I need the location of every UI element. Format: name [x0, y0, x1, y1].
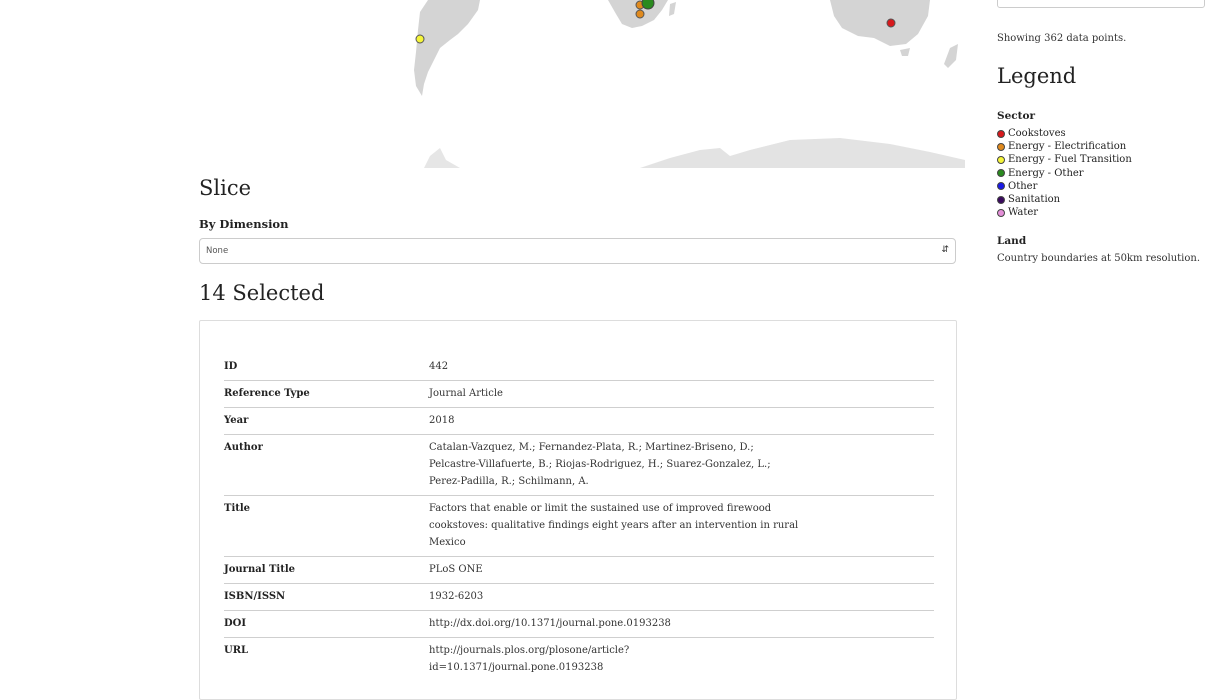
land-new-zealand — [944, 44, 958, 68]
land-madagascar — [669, 2, 676, 16]
field-value: PLoS ONE — [429, 564, 483, 575]
legend-item: Water — [997, 206, 1132, 219]
legend-item: Energy - Other — [997, 167, 1132, 180]
legend-label: Cookstoves — [1008, 128, 1066, 139]
field-value: 2018 — [429, 415, 455, 426]
sidebar-top-input[interactable] — [997, 0, 1205, 8]
land-tasmania — [900, 48, 910, 56]
field-value: 442 — [429, 361, 449, 372]
field-label: ID — [224, 361, 238, 372]
legend-label: Energy - Electrification — [1008, 141, 1127, 153]
record-row-author: Author Catalan-Vazquez, M.; Fernandez-Pl… — [224, 435, 934, 496]
author-line: Perez-Padilla, R.; Schilmann, A. — [429, 476, 589, 487]
land-south-america — [414, 0, 480, 96]
legend-sector-title: Sector — [997, 110, 1036, 122]
field-label: DOI — [224, 618, 247, 629]
legend-label: Water — [1008, 207, 1039, 219]
map-point — [635, 9, 645, 19]
field-label: ISBN/ISSN — [224, 591, 286, 602]
field-value: http://journals.plos.org/plosone/article… — [429, 638, 934, 681]
circle-icon — [997, 129, 1005, 138]
map-view[interactable] — [370, 0, 965, 168]
selected-count-title: 14 Selected — [199, 281, 325, 305]
record-row-isbn-issn: ISBN/ISSN 1932-6203 — [224, 584, 934, 611]
field-label: Year — [224, 415, 249, 426]
circle-icon — [997, 195, 1005, 204]
field-value: Catalan-Vazquez, M.; Fernandez-Plata, R.… — [429, 435, 934, 495]
field-value: http://dx.doi.org/10.1371/journal.pone.0… — [429, 618, 671, 629]
map-point — [886, 18, 896, 28]
record-row-url: URL http://journals.plos.org/plosone/art… — [224, 638, 934, 681]
map-point — [641, 0, 655, 10]
legend-item: Other — [997, 180, 1132, 193]
record-row-id: ID 442 — [224, 354, 934, 381]
url-line: id=10.1371/journal.pone.0193238 — [429, 662, 604, 673]
record-row-doi: DOI http://dx.doi.org/10.1371/journal.po… — [224, 611, 934, 638]
url-line: http://journals.plos.org/plosone/article… — [429, 645, 630, 656]
legend-item: Cookstoves — [997, 127, 1132, 140]
dimension-select-value: None — [206, 246, 229, 256]
record-row-journal-title: Journal Title PLoS ONE — [224, 557, 934, 584]
data-points-count: Showing 362 data points. — [997, 33, 1127, 44]
field-value: Journal Article — [429, 388, 503, 399]
title-line: Factors that enable or limit the sustain… — [429, 503, 772, 514]
legend-label: Sanitation — [1008, 194, 1061, 206]
legend-land-description: Country boundaries at 50km resolution. — [997, 253, 1201, 264]
circle-icon — [997, 169, 1005, 178]
field-value: 1932-6203 — [429, 591, 484, 602]
dimension-label: By Dimension — [199, 217, 289, 231]
dimension-select[interactable]: None ⇵ — [199, 238, 956, 264]
legend-land-title: Land — [997, 235, 1027, 247]
author-line: Pelcastre-Villafuerte, B.; Riojas-Rodrig… — [429, 459, 771, 470]
legend-label: Energy - Other — [1008, 167, 1084, 179]
field-label: Journal Title — [224, 564, 295, 575]
record-details-panel: ID 442 Reference Type Journal Article Ye… — [199, 320, 957, 700]
title-line: cookstoves: qualitative findings eight y… — [429, 520, 799, 531]
legend-item: Energy - Electrification — [997, 140, 1132, 153]
field-label: Author — [224, 442, 263, 453]
title-line: Mexico — [429, 537, 466, 548]
land-australia — [830, 0, 930, 46]
record-row-title: Title Factors that enable or limit the s… — [224, 496, 934, 557]
circle-icon — [997, 182, 1005, 191]
record-table: ID 442 Reference Type Journal Article Ye… — [224, 354, 934, 681]
legend-label: Energy - Fuel Transition — [1008, 154, 1132, 166]
field-label: Title — [224, 503, 251, 514]
field-label: URL — [224, 645, 249, 656]
map-point — [415, 34, 425, 44]
legend-title: Legend — [997, 64, 1077, 88]
land-antarctica — [640, 138, 965, 168]
circle-icon — [997, 142, 1005, 151]
legend-sector-list: Cookstoves Energy - Electrification Ener… — [997, 127, 1132, 219]
record-row-reference-type: Reference Type Journal Article — [224, 381, 934, 408]
circle-icon — [997, 208, 1005, 217]
legend-label: Other — [1008, 180, 1038, 192]
field-label: Reference Type — [224, 388, 310, 399]
legend-item: Energy - Fuel Transition — [997, 153, 1132, 166]
legend-item: Sanitation — [997, 193, 1132, 206]
field-value: Factors that enable or limit the sustain… — [429, 496, 934, 556]
record-row-year: Year 2018 — [224, 408, 934, 435]
slice-title: Slice — [199, 176, 252, 200]
circle-icon — [997, 156, 1005, 164]
author-line: Catalan-Vazquez, M.; Fernandez-Plata, R.… — [429, 442, 754, 453]
select-arrows-icon: ⇵ — [941, 245, 949, 255]
land-antarctic-peninsula — [424, 148, 460, 168]
